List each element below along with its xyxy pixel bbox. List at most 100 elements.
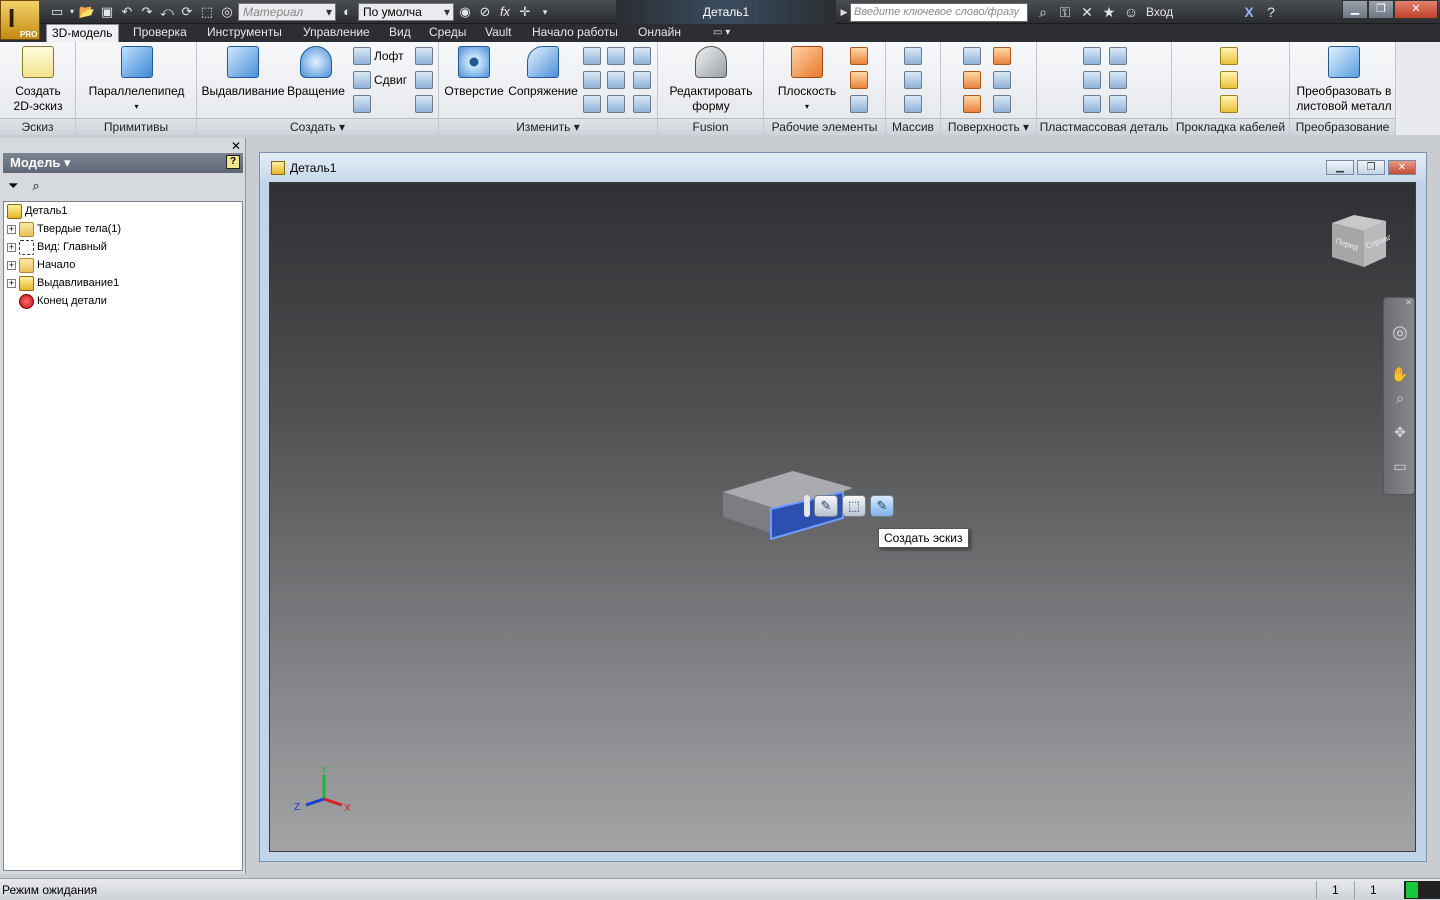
look-at-icon[interactable]: ▭ xyxy=(1390,456,1410,476)
thread-button[interactable] xyxy=(607,46,625,66)
doc-minimize-icon[interactable]: ▁ xyxy=(1326,160,1354,175)
select-icon[interactable]: ⬚ xyxy=(198,3,216,21)
orbit-icon[interactable]: ✥ xyxy=(1390,422,1410,442)
rib-button[interactable] xyxy=(353,94,371,114)
communication-icon[interactable]: ✕ xyxy=(1078,3,1096,21)
combine-button[interactable] xyxy=(607,94,625,114)
circular-pattern-button[interactable] xyxy=(904,70,922,90)
close-icon[interactable]: ✕ xyxy=(1394,0,1438,19)
plane-dropdown-icon[interactable]: ▾ xyxy=(772,99,842,114)
lip-button[interactable] xyxy=(1109,94,1127,114)
point-button[interactable] xyxy=(850,70,868,90)
help-search-input[interactable]: Введите ключевое слово/фразу xyxy=(850,3,1028,22)
tab-vault[interactable]: Vault xyxy=(480,24,516,42)
undo-icon[interactable]: ↶ xyxy=(118,3,136,21)
panel-label-surface[interactable]: Поверхность ▾ xyxy=(941,118,1036,135)
tab-get-started[interactable]: Начало работы xyxy=(527,24,623,42)
fillet-button[interactable]: Сопряжение xyxy=(507,46,579,99)
minimize-icon[interactable]: ▁ xyxy=(1342,0,1368,19)
box-button[interactable]: Параллелепипед ▾ xyxy=(84,46,189,114)
expand-icon[interactable]: + xyxy=(7,224,16,234)
tree-node-part[interactable]: Деталь1 xyxy=(7,202,68,220)
hole-button[interactable]: Отверстие xyxy=(441,46,507,99)
binoculars-icon[interactable]: ⌕ xyxy=(1034,3,1052,21)
loft-button[interactable]: Лофт xyxy=(353,46,404,66)
tab-online[interactable]: Онлайн xyxy=(633,24,686,42)
expand-icon[interactable]: + xyxy=(7,278,16,288)
thicken-button[interactable] xyxy=(963,46,981,66)
create-2d-sketch-button[interactable]: Создать 2D-эскиз xyxy=(6,46,70,114)
restore-icon[interactable]: ❐ xyxy=(1368,0,1394,19)
tree-node-end-of-part[interactable]: Конец детали xyxy=(19,292,107,310)
mirror-button[interactable] xyxy=(904,94,922,114)
copy-object-button[interactable] xyxy=(633,70,651,90)
application-menu-button[interactable]: I PRO xyxy=(0,0,40,40)
edit-extrude-icon[interactable]: ✎ xyxy=(814,495,838,517)
box-dropdown-icon[interactable]: ▾ xyxy=(84,99,189,114)
login-button[interactable]: Вход xyxy=(1146,5,1236,19)
panel-label-modify[interactable]: Изменить ▾ xyxy=(439,118,657,135)
customize-icon[interactable]: ▾ xyxy=(536,3,554,21)
move-bodies-button[interactable] xyxy=(633,94,651,114)
stitch-button[interactable] xyxy=(963,70,981,90)
grill-button[interactable] xyxy=(1083,46,1101,66)
browser-header[interactable]: Модель ▾ ? xyxy=(3,153,243,173)
help-icon[interactable]: ? xyxy=(1262,3,1280,21)
ribbon-display-icon[interactable]: ▭ ▾ xyxy=(708,24,735,42)
redo-icon[interactable]: ↷ xyxy=(138,3,156,21)
parameters-fx-icon[interactable]: fx xyxy=(496,3,514,21)
revolve-button[interactable]: Вращение xyxy=(285,46,347,99)
return-icon[interactable]: ⤺ xyxy=(158,3,176,21)
boss-button[interactable] xyxy=(1083,70,1101,90)
edit-form-button[interactable]: Редактировать форму xyxy=(664,46,758,114)
create-sketch-icon[interactable]: ✎ xyxy=(870,495,894,517)
rectangular-pattern-button[interactable] xyxy=(904,46,922,66)
browser-help-icon[interactable]: ? xyxy=(226,155,240,169)
tree-node-view[interactable]: + Вид: Главный xyxy=(7,238,107,256)
find-binoculars-icon[interactable]: ⌕ xyxy=(32,178,39,194)
tab-tools[interactable]: Инструменты xyxy=(202,24,287,42)
patch-button[interactable] xyxy=(993,46,1011,66)
derive-button[interactable] xyxy=(415,94,433,114)
rest-button[interactable] xyxy=(1083,94,1101,114)
split-button[interactable] xyxy=(607,70,625,90)
viewcube[interactable]: Перед Справа xyxy=(1328,213,1390,273)
axis-button[interactable] xyxy=(850,46,868,66)
shell-button[interactable] xyxy=(583,70,601,90)
steering-wheel-icon[interactable]: ◎ xyxy=(1390,322,1410,342)
clear-override-icon[interactable]: ⊘ xyxy=(476,3,494,21)
properties-icon[interactable]: ◎ xyxy=(218,3,236,21)
delete-face-button[interactable] xyxy=(993,94,1011,114)
sculpt-button[interactable] xyxy=(963,94,981,114)
expand-icon[interactable]: + xyxy=(7,260,16,270)
dropdown-icon[interactable]: ▾ xyxy=(68,3,76,21)
tab-view[interactable]: Вид xyxy=(384,24,416,42)
subscription-icon[interactable]: ⚿ xyxy=(1056,3,1074,21)
doc-restore-icon[interactable]: ❐ xyxy=(1357,160,1385,175)
search-expand-icon[interactable]: ▶ xyxy=(838,3,850,22)
new-icon[interactable]: ▭ xyxy=(48,3,66,21)
pin-button[interactable] xyxy=(1220,70,1238,90)
connector-button[interactable] xyxy=(1220,46,1238,66)
appearance-select[interactable]: По умолча xyxy=(358,3,454,21)
favorites-star-icon[interactable]: ★ xyxy=(1100,3,1118,21)
tab-environments[interactable]: Среды xyxy=(424,24,471,42)
edit-sketch-icon[interactable]: ⬚ xyxy=(842,495,866,517)
draft-button[interactable] xyxy=(583,94,601,114)
adjust-icon[interactable]: ◉ xyxy=(456,3,474,21)
coil-button[interactable] xyxy=(415,46,433,66)
move-face-button[interactable] xyxy=(633,46,651,66)
tab-3d-model[interactable]: 3D-модель xyxy=(46,24,119,42)
tab-inspect[interactable]: Проверка xyxy=(128,24,192,42)
tree-node-solid-bodies[interactable]: + Твердые тела(1) xyxy=(7,220,121,238)
convert-to-sheet-metal-button[interactable]: Преобразовать в листовой металл xyxy=(1292,46,1396,114)
open-icon[interactable]: 📂 xyxy=(78,3,96,21)
navbar-close-icon[interactable]: ✕ xyxy=(1405,298,1412,307)
chamfer-button[interactable] xyxy=(583,46,601,66)
zoom-icon[interactable]: ⌕ xyxy=(1390,388,1410,408)
tab-manage[interactable]: Управление xyxy=(298,24,375,42)
mini-toolbar-handle[interactable] xyxy=(804,495,810,517)
snap-fit-button[interactable] xyxy=(1109,46,1127,66)
graphics-viewport[interactable]: ✎ ⬚ ✎ Создать эскиз Перед Справа ✕ ◎ ✋ ⌕… xyxy=(269,182,1416,852)
document-window-titlebar[interactable]: Деталь1 ▁ ❐ ✕ xyxy=(260,153,1426,181)
